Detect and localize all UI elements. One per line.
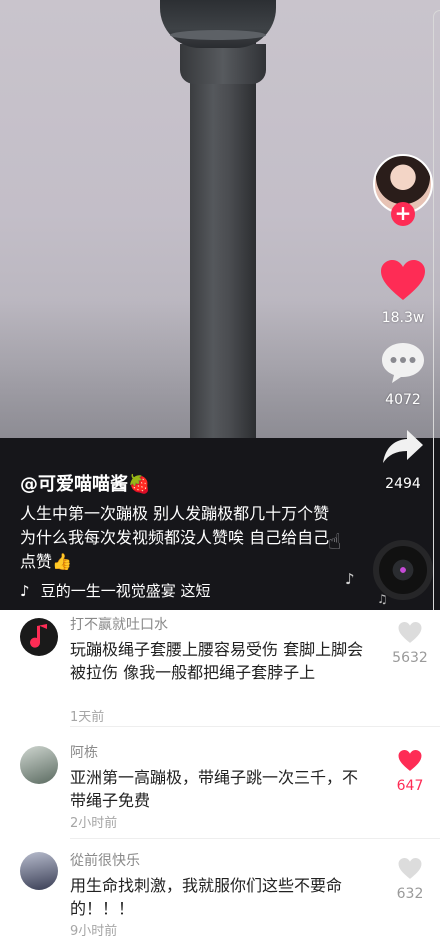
comment-list: 打不赢就吐口水 玩蹦极绳子套腰上腰容易受伤 套脚上脚会被拉伤 像我一般都把绳子套… (0, 610, 440, 946)
tiktok-logo-icon: ♪ (20, 582, 30, 600)
comment-text: 用生命找刺激，我就服你们这些不要命的！！！ (70, 876, 343, 918)
music-title-text: 豆的一生一视觉盛宴 这短 (40, 582, 211, 600)
like-count: 18.3w (381, 310, 425, 326)
comment-like-button[interactable]: 647 (390, 750, 430, 794)
comment-like-count: 632 (396, 886, 424, 902)
heart-icon[interactable] (373, 256, 433, 306)
tower-neck (180, 44, 266, 84)
commenter-name[interactable]: 從前很快乐 (70, 850, 140, 870)
divider (70, 726, 440, 727)
commenter-avatar[interactable] (20, 618, 58, 656)
comment-like-button[interactable]: 5632 (390, 622, 430, 666)
heart-filled-icon (398, 750, 422, 771)
author-name[interactable]: @可爱喵喵酱🍓 (20, 470, 150, 496)
comment-action[interactable]: 4072 (373, 338, 433, 408)
tower-pod (160, 0, 276, 48)
hand-icon: ☝ (328, 530, 342, 555)
music-disc[interactable] (373, 540, 433, 600)
side-edge-handle[interactable] (433, 10, 440, 680)
follow-button[interactable]: + (391, 202, 415, 226)
commenter-name[interactable]: 阿栋 (70, 742, 98, 762)
comment-bubble-icon[interactable] (373, 338, 433, 388)
commenter-avatar[interactable] (20, 746, 58, 784)
share-arrow-icon[interactable] (373, 422, 433, 472)
comment-like-button[interactable]: 632 (390, 858, 430, 902)
divider (70, 838, 440, 839)
comment-count: 4072 (385, 392, 421, 408)
comment-text: 玩蹦极绳子套腰上腰容易受伤 套脚上脚会被拉伤 像我一般都把绳子套脖子上 (70, 640, 364, 682)
comment-time: 2小时前 (70, 816, 118, 831)
comment-time: 1天前 (70, 710, 105, 725)
tower-pod-ring (170, 30, 266, 40)
share-action[interactable]: 2494 (373, 422, 433, 492)
commenter-avatar[interactable] (20, 852, 58, 890)
share-count: 2494 (385, 476, 421, 492)
heart-outline-icon (398, 858, 422, 879)
music-note-icon: ♪ (345, 570, 355, 588)
heart-outline-icon (398, 622, 422, 643)
commenter-name[interactable]: 打不赢就吐口水 (70, 614, 168, 634)
comment-like-count: 647 (396, 778, 424, 794)
music-note-icon-small: ♫ (377, 592, 388, 606)
comment-time: 9小时前 (70, 924, 118, 939)
like-action[interactable]: 18.3w (373, 256, 433, 326)
comment-like-count: 5632 (392, 650, 428, 666)
music-note-avatar-icon (30, 624, 47, 648)
music-title[interactable]: ♪ 豆的一生一视觉盛宴 这短 (20, 580, 250, 601)
comment-text: 亚洲第一高蹦极，带绳子跳一次三千，不带绳子免费 (70, 768, 359, 810)
video-caption: 人生中第一次蹦极 别人发蹦极都几十万个赞 为什么我每次发视频都没人赞唉 自己给自… (20, 504, 330, 571)
